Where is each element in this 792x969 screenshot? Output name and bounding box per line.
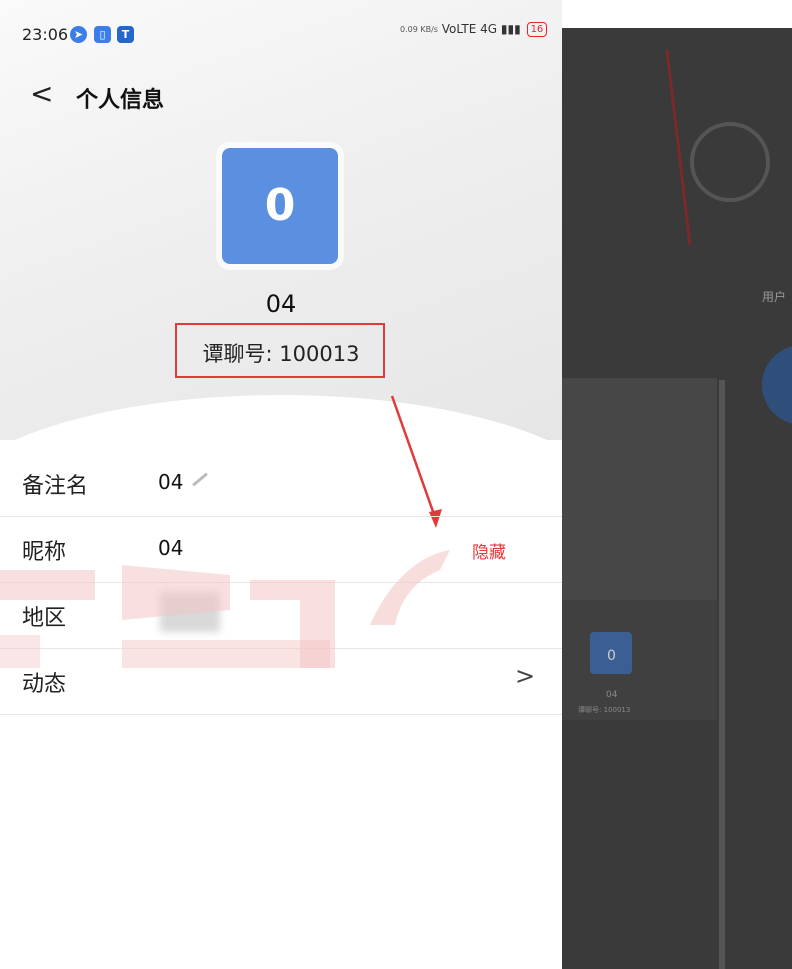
bg-header-text: 用户 xyxy=(762,290,787,304)
bg-card-id: 谭聊号: 100013 xyxy=(578,706,631,714)
row-label: 备注名 xyxy=(22,474,89,499)
blurred-region-image xyxy=(160,592,220,632)
row-label: 地区 xyxy=(22,606,67,631)
background-screen-dimmed: 用户 0 04 谭聊号: 100013 xyxy=(562,0,792,969)
annotation-hide-label: 隐藏 xyxy=(472,543,506,563)
row-value: 04 xyxy=(158,536,184,560)
remark-value: 04 xyxy=(158,470,184,494)
row-region[interactable]: 地区 xyxy=(0,582,562,649)
bg-card-name: 04 xyxy=(606,690,618,700)
row-value: 04 xyxy=(158,470,209,494)
row-remark-name[interactable]: 备注名 04 xyxy=(0,450,562,517)
row-label: 动态 xyxy=(22,672,67,697)
row-label: 昵称 xyxy=(22,540,67,565)
bg-card-avatar: 0 xyxy=(607,648,616,664)
profile-screen: 23:06 ➤ ▯ T 0.09 KB/s VoLTE 4G ▮▮▮ 16 < … xyxy=(0,0,562,969)
background-shapes xyxy=(562,49,792,969)
chevron-right-icon: > xyxy=(515,662,536,690)
row-moments[interactable]: 动态 > xyxy=(0,648,562,715)
pencil-icon[interactable] xyxy=(192,472,209,487)
